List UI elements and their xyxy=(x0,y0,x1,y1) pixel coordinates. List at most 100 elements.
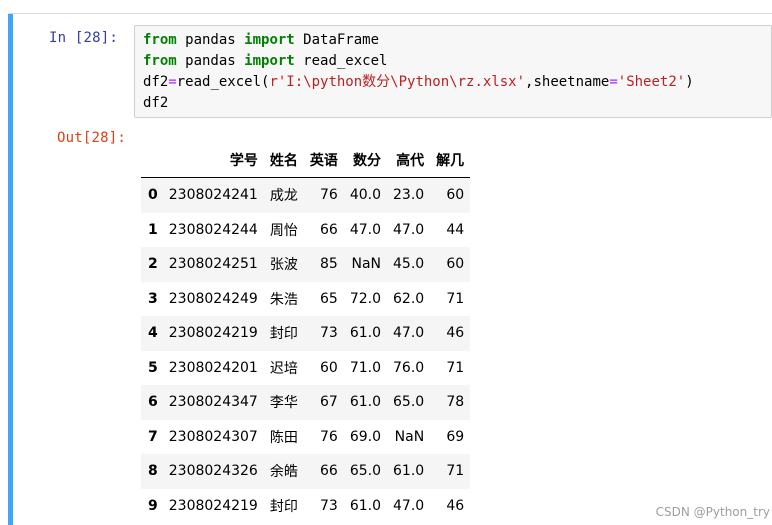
table-cell: 76.0 xyxy=(393,359,425,376)
table-cell: 45.0 xyxy=(393,256,425,273)
table-cell: 76 xyxy=(320,428,338,445)
module-name: pandas xyxy=(176,53,245,69)
table-cell: 71 xyxy=(446,290,465,307)
table-cell: 61.0 xyxy=(349,497,381,514)
row-index: 8 xyxy=(148,463,158,480)
table-cell: 47.0 xyxy=(393,221,425,238)
dataframe-output-table: 学号 姓名 英语 数分 高代 解几 0 2308024241 成龙 76 40.0 23.… xyxy=(141,143,471,524)
table-cell: 65.0 xyxy=(349,463,381,480)
table-cell: 71 xyxy=(446,359,465,376)
table-cell: 44 xyxy=(446,221,465,238)
keyword-from: from xyxy=(143,53,177,69)
imported-name: read_excel xyxy=(294,53,388,69)
input-prompt: In [28]: xyxy=(49,30,119,46)
row-index: 4 xyxy=(148,325,158,342)
table-row: 2 2308024251 张波 85 NaN 45.0 60 xyxy=(141,247,471,282)
row-index: 5 xyxy=(148,359,158,376)
column-header: 数分 xyxy=(343,143,387,178)
path-string: r'I:\python数分\Python\rz.xlsx' xyxy=(269,74,526,90)
code-line-4: df2 xyxy=(143,95,169,111)
table-cell: 66 xyxy=(320,463,338,480)
table-row: 3 2308024249 朱浩 65 72.0 62.0 71 xyxy=(141,282,470,317)
code-line-1: from pandas import DataFrame xyxy=(143,32,379,48)
table-cell: 61.0 xyxy=(349,325,381,342)
table-cell: 2308024219 xyxy=(168,325,258,342)
assign-operator: = xyxy=(609,74,618,90)
code-line-3: df2=read_excel(r'I:\python数分\Python\rz.x… xyxy=(143,74,694,90)
table-header-row: 学号 姓名 英语 数分 高代 解几 xyxy=(141,143,471,178)
table-cell: 23.0 xyxy=(393,187,425,204)
table-cell: NaN xyxy=(351,256,381,273)
table-cell: 2308024241 xyxy=(168,187,258,204)
row-index: 9 xyxy=(148,497,158,514)
table-body: 0 2308024241 成龙 76 40.0 23.0 60 1 2308024244 周怡 66… xyxy=(141,177,471,524)
table-cell: 周怡 xyxy=(269,222,298,239)
table-cell: 60 xyxy=(446,256,465,273)
table-row: 7 2308024307 陈田 76 69.0 NaN 69 xyxy=(141,420,470,455)
kwarg-name: ,sheetname xyxy=(525,74,610,90)
table-cell: 张波 xyxy=(269,257,298,274)
table-cell: 陈田 xyxy=(269,429,298,446)
table-cell: 60 xyxy=(446,187,465,204)
row-index: 1 xyxy=(148,221,158,238)
row-index: 2 xyxy=(148,256,158,273)
table-cell: 2308024219 xyxy=(168,497,258,514)
table-cell: 李华 xyxy=(269,395,298,412)
table-cell: 46 xyxy=(446,325,465,342)
table-cell: 47.0 xyxy=(393,325,425,342)
column-header: 英语 xyxy=(303,143,344,178)
top-toolbar-strip xyxy=(0,0,772,12)
code-line-2: from pandas import read_excel xyxy=(143,53,387,69)
table-cell: 66 xyxy=(320,221,338,238)
table-cell: 61.0 xyxy=(393,463,425,480)
row-index: 0 xyxy=(148,187,158,204)
close-paren: ) xyxy=(685,74,694,90)
table-cell: 73 xyxy=(320,497,338,514)
table-cell: 76 xyxy=(320,187,338,204)
table-cell: 46 xyxy=(446,497,465,514)
column-header: 高代 xyxy=(387,143,431,178)
row-index: 6 xyxy=(148,394,158,411)
table-cell: 85 xyxy=(320,256,338,273)
table-cell: 2308024249 xyxy=(168,290,258,307)
table-cell: 2308024326 xyxy=(168,463,258,480)
code-editor[interactable]: from pandas import DataFrame from pandas… xyxy=(143,30,694,114)
column-header: 解几 xyxy=(430,143,471,178)
table-cell: 2308024347 xyxy=(168,394,258,411)
index-header xyxy=(141,143,163,178)
table-cell: 65.0 xyxy=(393,394,425,411)
code-input-area[interactable]: from pandas import DataFrame from pandas… xyxy=(134,25,772,118)
table-row: 1 2308024244 周怡 66 47.0 47.0 44 xyxy=(141,213,470,248)
assign-operator: = xyxy=(168,74,177,90)
sheet-string: 'Sheet2' xyxy=(617,74,686,90)
table-cell: NaN xyxy=(394,428,425,445)
table-cell: 余皓 xyxy=(269,464,298,481)
table-cell: 封印 xyxy=(269,326,298,343)
output-prompt: Out[28]: xyxy=(57,130,127,146)
table-cell: 69 xyxy=(446,428,465,445)
variable-name: df2 xyxy=(143,74,169,90)
module-name: pandas xyxy=(176,32,245,48)
row-index: 3 xyxy=(148,290,158,307)
table-cell: 2308024244 xyxy=(168,221,258,238)
column-header: 姓名 xyxy=(263,143,304,178)
table-cell: 47.0 xyxy=(393,497,425,514)
table-cell: 2308024251 xyxy=(168,256,258,273)
row-index: 7 xyxy=(148,428,158,445)
column-header: 学号 xyxy=(162,143,264,178)
table-cell: 47.0 xyxy=(349,221,381,238)
keyword-import: import xyxy=(244,53,295,69)
table-cell: 67 xyxy=(320,394,338,411)
table-cell: 69.0 xyxy=(349,428,381,445)
table-row: 4 2308024219 封印 73 61.0 47.0 46 xyxy=(141,316,471,351)
table-cell: 71 xyxy=(446,463,465,480)
table-row: 8 2308024326 余皓 66 65.0 61.0 71 xyxy=(141,454,471,489)
table-cell: 60 xyxy=(320,359,338,376)
table-cell: 封印 xyxy=(269,498,298,515)
table-cell: 2308024201 xyxy=(168,359,258,376)
table-cell: 72.0 xyxy=(349,290,381,307)
watermark: CSDN @Python_try xyxy=(655,505,770,519)
table-cell: 61.0 xyxy=(349,394,381,411)
table-row: 9 2308024219 封印 73 61.0 47.0 46 xyxy=(141,489,470,524)
table-cell: 62.0 xyxy=(393,290,425,307)
